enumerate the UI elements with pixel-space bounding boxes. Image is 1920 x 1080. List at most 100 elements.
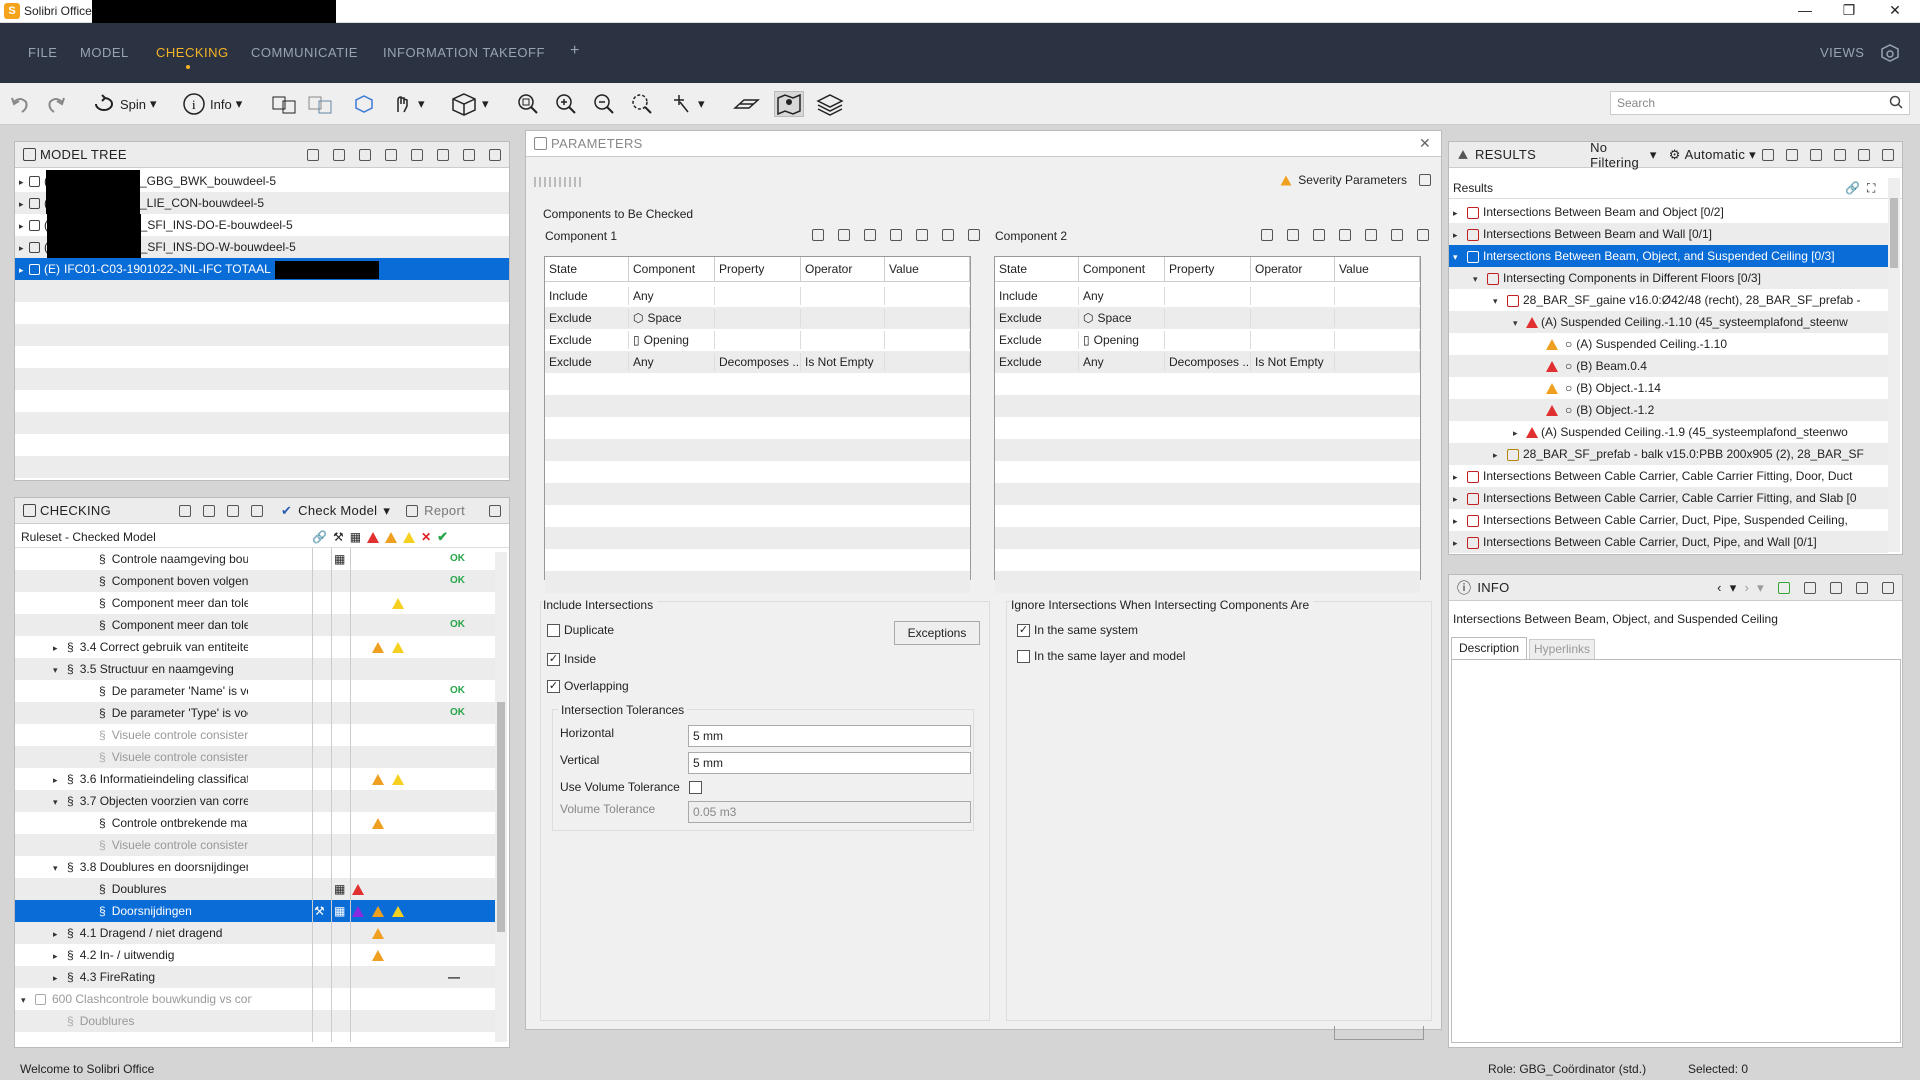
menu-file[interactable]: FILE	[28, 45, 57, 60]
open-icon[interactable]	[1313, 229, 1325, 241]
overlapping-checkbox[interactable]: ✓	[547, 680, 560, 693]
table-row[interactable]	[995, 395, 1420, 417]
table-row[interactable]	[995, 439, 1420, 461]
filter-dropdown-arrow[interactable]: ▾	[1650, 147, 1657, 163]
redo-icon[interactable]	[44, 91, 68, 117]
table-column-header[interactable]: Operator	[801, 257, 885, 281]
result-row[interactable]: ▸ (A) Suspended Ceiling.-1.9 (45_systeemp…	[1449, 421, 1888, 443]
table-cell[interactable]	[1335, 331, 1420, 349]
expand-arrow-icon[interactable]: ▾	[1493, 290, 1503, 311]
table-cell[interactable]: Exclude	[995, 331, 1079, 349]
zoom-fit-icon[interactable]	[516, 91, 540, 117]
model-tree-row[interactable]: ▸(C)_SFI_INS-DO-E-bouwdeel-5	[15, 214, 509, 236]
table-row[interactable]	[995, 373, 1420, 395]
table-cell[interactable]	[1165, 287, 1251, 305]
add-tab-button[interactable]: +	[570, 42, 580, 60]
checking-row[interactable]: § Component meer dan tolerantie bove OK	[15, 614, 495, 636]
check-model-dropdown-icon[interactable]: ▾	[383, 503, 390, 519]
undo-icon[interactable]	[8, 91, 32, 117]
model-tree-row[interactable]: ▸(D)_SFI_INS-DO-W-bouwdeel-5	[15, 236, 509, 258]
list-view-icon[interactable]	[1786, 148, 1798, 161]
table-cell[interactable]: Any	[1079, 287, 1165, 305]
model-tree-row[interactable]	[15, 390, 509, 412]
description-area[interactable]	[1451, 659, 1901, 1043]
expand-arrow-icon[interactable]: ▸	[19, 215, 29, 236]
view-cube-widget[interactable]	[1334, 1026, 1424, 1040]
table-row[interactable]	[545, 439, 970, 461]
views-menu[interactable]: VIEWS	[1820, 45, 1864, 60]
checking-row[interactable]: ▾ § 3.5 Structuur en naamgeving	[15, 658, 495, 680]
table-cell[interactable]: Include	[995, 287, 1079, 305]
copy-icon[interactable]	[1858, 148, 1870, 161]
tool-icon[interactable]: ⚒	[314, 900, 325, 922]
table-cell[interactable]	[1251, 309, 1335, 327]
model-tree-row[interactable]	[15, 302, 509, 324]
expand-arrow-icon[interactable]: ▸	[53, 923, 63, 944]
export-icon[interactable]	[1856, 581, 1868, 594]
open-ruleset-icon[interactable]	[178, 504, 191, 517]
close-parameters-icon[interactable]: ✕	[1419, 135, 1431, 152]
result-row[interactable]: ○ (B) Object.-1.14	[1449, 377, 1888, 399]
checking-row[interactable]: § Doorsnijdingen ⚒ ▦	[15, 900, 495, 922]
result-row[interactable]: ○ (A) Suspended Ceiling.-1.10	[1449, 333, 1888, 355]
table-cell[interactable]	[1335, 309, 1420, 327]
table-cell[interactable]: Include	[545, 287, 629, 305]
table-cell[interactable]: ▯ Opening	[629, 331, 715, 349]
table-column-header[interactable]: Operator	[1251, 257, 1335, 281]
result-row[interactable]: ○ (B) Beam.0.4	[1449, 355, 1888, 377]
table-cell[interactable]	[801, 331, 885, 349]
layers-icon[interactable]	[816, 91, 844, 117]
zoom-selection-icon[interactable]	[630, 91, 654, 117]
table-cell[interactable]: Is Not Empty	[801, 353, 885, 371]
menu-communicatie[interactable]: COMMUNICATIE	[251, 45, 358, 60]
copy-icon[interactable]	[1830, 581, 1842, 594]
views-cube-icon[interactable]	[1880, 43, 1900, 63]
maximize-panel-icon[interactable]	[489, 148, 501, 161]
check-model-button[interactable]: Check Model	[298, 503, 377, 518]
tree-view-icon[interactable]	[1762, 148, 1774, 161]
table-cell[interactable]: Exclude	[995, 309, 1079, 327]
table-column-header[interactable]: State	[995, 257, 1079, 281]
save-ruleset-icon[interactable]	[202, 504, 215, 517]
result-row[interactable]: ▸ Intersections Between Beam and Object […	[1449, 201, 1888, 223]
forward-dropdown-icon[interactable]: ▾	[1757, 580, 1764, 596]
checking-row[interactable]: § De parameter 'Type' is voor alle comp OK	[15, 702, 495, 724]
menu-information-takeoff[interactable]: INFORMATION TAKEOFF	[383, 45, 545, 60]
grid-table-icon[interactable]: ▦	[334, 878, 345, 900]
result-row[interactable]: ▸ Intersections Between Beam and Wall [0/…	[1449, 223, 1888, 245]
table-row[interactable]	[545, 549, 970, 571]
table-row[interactable]	[995, 527, 1420, 549]
table-cell[interactable]: Exclude	[545, 353, 629, 371]
table-row[interactable]: Include Any	[995, 285, 1420, 307]
tree-export-icon[interactable]	[411, 148, 423, 161]
automatic-dropdown-arrow[interactable]: ▾	[1749, 147, 1756, 163]
model-tree-row[interactable]: ▸ (E) IFC01-C03-1901022-JNL-IFC TOTAAL	[15, 258, 509, 280]
model-tree-row[interactable]	[15, 434, 509, 456]
paste-icon[interactable]	[942, 229, 954, 241]
result-row[interactable]: ▸ Intersections Between Cable Carrier, Ca…	[1449, 465, 1888, 487]
expand-arrow-icon[interactable]: ▸	[19, 237, 29, 258]
expand-arrow-icon[interactable]: ▸	[19, 171, 29, 192]
tree-view-icon[interactable]	[307, 148, 319, 161]
maximize-panel-icon[interactable]	[489, 504, 501, 517]
checking-row[interactable]: ▸ § 3.6 Informatieindeling classificatie N…	[15, 768, 495, 790]
checking-row[interactable]: § Visuele controle consistentie paramet	[15, 746, 495, 768]
table-cell[interactable]	[715, 309, 801, 327]
table-cell[interactable]	[1165, 309, 1251, 327]
model-tree-row[interactable]	[15, 280, 509, 302]
table-row[interactable]	[545, 461, 970, 483]
table-row[interactable]	[995, 417, 1420, 439]
zoom-out-icon[interactable]	[592, 91, 616, 117]
checking-row[interactable]: § Doublures	[15, 1010, 495, 1032]
table-column-header[interactable]: Component	[1079, 257, 1165, 281]
automatic-dropdown[interactable]: Automatic	[1685, 147, 1746, 162]
report-button[interactable]: Report	[424, 503, 465, 518]
table-column-header[interactable]: Property	[1165, 257, 1251, 281]
severity-parameters-link[interactable]: Severity Parameters	[1298, 173, 1407, 187]
forward-arrow-icon[interactable]: ›	[1745, 580, 1750, 595]
search-input[interactable]: Search	[1610, 91, 1910, 115]
table-cell[interactable]	[801, 309, 885, 327]
expand-arrow-icon[interactable]: ▸	[53, 967, 63, 988]
result-row[interactable]: ▸ Intersections Between Cable Carrier, Du…	[1449, 531, 1888, 553]
result-row[interactable]: ▾ Intersecting Components in Different Fl…	[1449, 267, 1888, 289]
